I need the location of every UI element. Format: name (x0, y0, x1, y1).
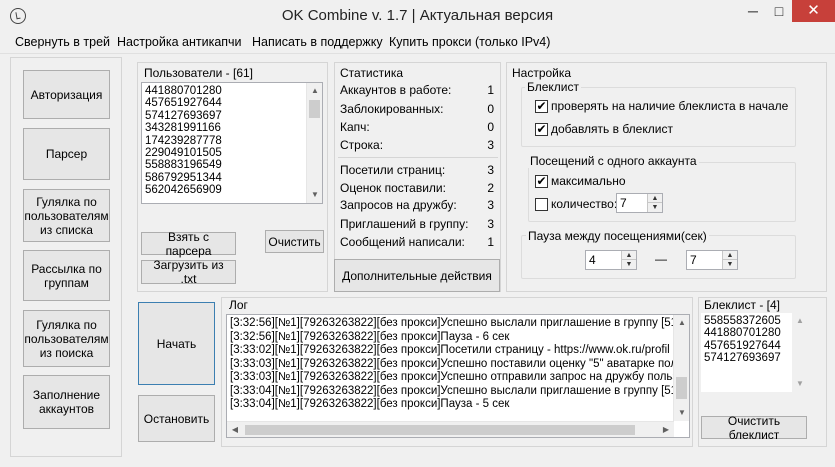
list-item[interactable]: 229049101505 (142, 147, 322, 159)
log-line: [3:33:03][№1][79263263822][без прокси]Ус… (230, 357, 678, 370)
list-item[interactable]: 574127693697 (142, 110, 322, 122)
clear-users-button[interactable]: Очистить (265, 230, 324, 253)
spin-down-icon[interactable]: ▼ (722, 260, 737, 269)
visits-group (528, 162, 796, 222)
take-from-parser-button[interactable]: Взять с парсера (141, 230, 236, 258)
users-scrollbar[interactable]: ▲ ▼ (306, 83, 322, 203)
menu-write-support[interactable]: Написать в поддержку (252, 35, 383, 49)
menu-bar: Свернуть в трей Настройка антикапчи Напи… (0, 32, 835, 54)
list-item[interactable]: 586792951344 (142, 172, 322, 184)
blacklist-group (521, 87, 796, 147)
menu-anticaptcha-settings[interactable]: Настройка антикапчи (117, 35, 242, 49)
additional-actions-button[interactable]: Дополнительные действия (334, 259, 500, 292)
sidebar-walk-search-button[interactable]: Гулялка по пользователям из поиска (23, 310, 110, 367)
pause-from-stepper[interactable]: 4 ▲ ▼ (585, 250, 637, 270)
scroll-thumb[interactable] (309, 100, 320, 118)
blacklist-group-label: Блеклист (525, 80, 582, 94)
spin-up-icon[interactable]: ▲ (722, 251, 737, 260)
stats-label: Статистика (340, 66, 404, 80)
menu-minimize-to-tray[interactable]: Свернуть в трей (15, 35, 110, 49)
log-line: [3:33:04][№1][79263263822][без прокси]Па… (230, 398, 510, 410)
close-button[interactable]: ✕ (792, 0, 835, 22)
list-item[interactable]: 558883196549 (142, 159, 322, 171)
add-blacklist-checkbox[interactable]: ✔ (535, 123, 548, 136)
pause-to-value: 7 (690, 253, 697, 267)
scroll-thumb[interactable] (245, 425, 635, 435)
pause-dash: — (655, 252, 667, 266)
minimize-button[interactable]: ─ (740, 0, 766, 22)
add-blacklist-label: добавлять в блеклист (551, 122, 673, 136)
count-visits-stepper[interactable]: 7 ▲ ▼ (616, 193, 663, 213)
title-bar: OK Combine v. 1.7 | Актуальная версия ─ … (0, 0, 835, 32)
spin-down-icon[interactable]: ▼ (621, 260, 636, 269)
count-visits-checkbox[interactable] (535, 198, 548, 211)
users-list[interactable]: 441880701280 457651927644 574127693697 3… (141, 82, 323, 204)
scroll-up-arrow-icon[interactable]: ▲ (792, 313, 808, 329)
max-visits-checkbox[interactable]: ✔ (535, 175, 548, 188)
spin-up-icon[interactable]: ▲ (621, 251, 636, 260)
log-line: [3:33:02][№1][79263263822][без прокси]По… (230, 344, 670, 356)
scroll-up-arrow-icon[interactable]: ▲ (674, 315, 689, 331)
blacklist-label: Блеклист - [4] (704, 298, 781, 312)
check-blacklist-checkbox[interactable]: ✔ (535, 100, 548, 113)
log-label: Лог (229, 298, 248, 312)
check-blacklist-label: проверять на наличие блеклиста в начале (551, 99, 789, 113)
load-txt-button[interactable]: Загрузить из .txt (141, 258, 236, 286)
scroll-left-arrow-icon[interactable]: ◀ (227, 422, 243, 437)
log-line: [3:32:56][№1][79263263822][без прокси]Ус… (230, 317, 678, 329)
log-hscrollbar[interactable]: ◀ ▶ (227, 421, 674, 437)
spin-up-icon[interactable]: ▲ (647, 194, 662, 203)
scroll-right-arrow-icon[interactable]: ▶ (658, 422, 674, 437)
settings-label: Настройка (512, 66, 572, 80)
window-title: OK Combine v. 1.7 | Актуальная версия (281, 7, 554, 24)
max-visits-label: максимально (551, 174, 626, 188)
count-visits-value: 7 (620, 196, 627, 210)
sidebar-group-mailing-button[interactable]: Рассылка по группам (23, 250, 110, 301)
count-visits-label: количество: (551, 197, 618, 211)
pause-to-stepper[interactable]: 7 ▲ ▼ (686, 250, 738, 270)
list-item[interactable]: 441880701280 (142, 85, 322, 97)
sidebar-authorization-button[interactable]: Авторизация (23, 70, 110, 119)
list-item[interactable]: 343281991166 (142, 122, 322, 134)
stats-divider (338, 157, 498, 158)
sidebar-parser-button[interactable]: Парсер (23, 128, 110, 180)
list-item[interactable]: 174239287778 (142, 135, 322, 147)
log-vscrollbar[interactable]: ▲ ▼ (673, 315, 689, 421)
sidebar-panel: Авторизация Парсер Гулялка по пользовате… (10, 57, 122, 457)
clear-blacklist-button[interactable]: Очистить блеклист (701, 414, 807, 442)
pause-group-label: Пауза между посещениями(сек) (526, 229, 709, 243)
maximize-button[interactable]: □ (766, 0, 792, 22)
log-line: [3:33:04][№1][79263263822][без прокси]Ус… (230, 384, 678, 397)
menu-buy-proxy[interactable]: Купить прокси (только IPv4) (389, 35, 550, 49)
users-label: Пользователи - [61] (144, 66, 254, 80)
scroll-down-arrow-icon[interactable]: ▼ (307, 187, 322, 203)
blacklist-scrollbar[interactable]: ▲ ▼ (792, 313, 808, 392)
pause-from-value: 4 (589, 253, 596, 267)
log-box[interactable]: [3:32:56][№1][79263263822][без прокси]Ус… (226, 314, 690, 438)
list-item[interactable]: 562042656909 (142, 184, 322, 196)
visits-group-label: Посещений с одного аккаунта (528, 154, 699, 168)
log-line: [3:33:03][№1][79263263822][без прокси]Ус… (230, 371, 678, 383)
stop-button[interactable]: Остановить (138, 395, 215, 442)
log-line: [3:32:56][№1][79263263822][без прокси]Па… (230, 330, 510, 343)
start-button[interactable]: Начать (138, 302, 215, 385)
scroll-up-arrow-icon[interactable]: ▲ (307, 83, 322, 99)
list-item[interactable]: 457651927644 (142, 97, 322, 109)
sidebar-fill-accounts-button[interactable]: Заполнение аккаунтов (23, 375, 110, 429)
spin-down-icon[interactable]: ▼ (647, 203, 662, 212)
scroll-thumb[interactable] (676, 377, 687, 399)
sidebar-walk-list-button[interactable]: Гулялка по пользователям из списка (23, 189, 110, 242)
scroll-down-arrow-icon[interactable]: ▼ (674, 405, 689, 421)
scroll-down-arrow-icon[interactable]: ▼ (792, 376, 808, 392)
